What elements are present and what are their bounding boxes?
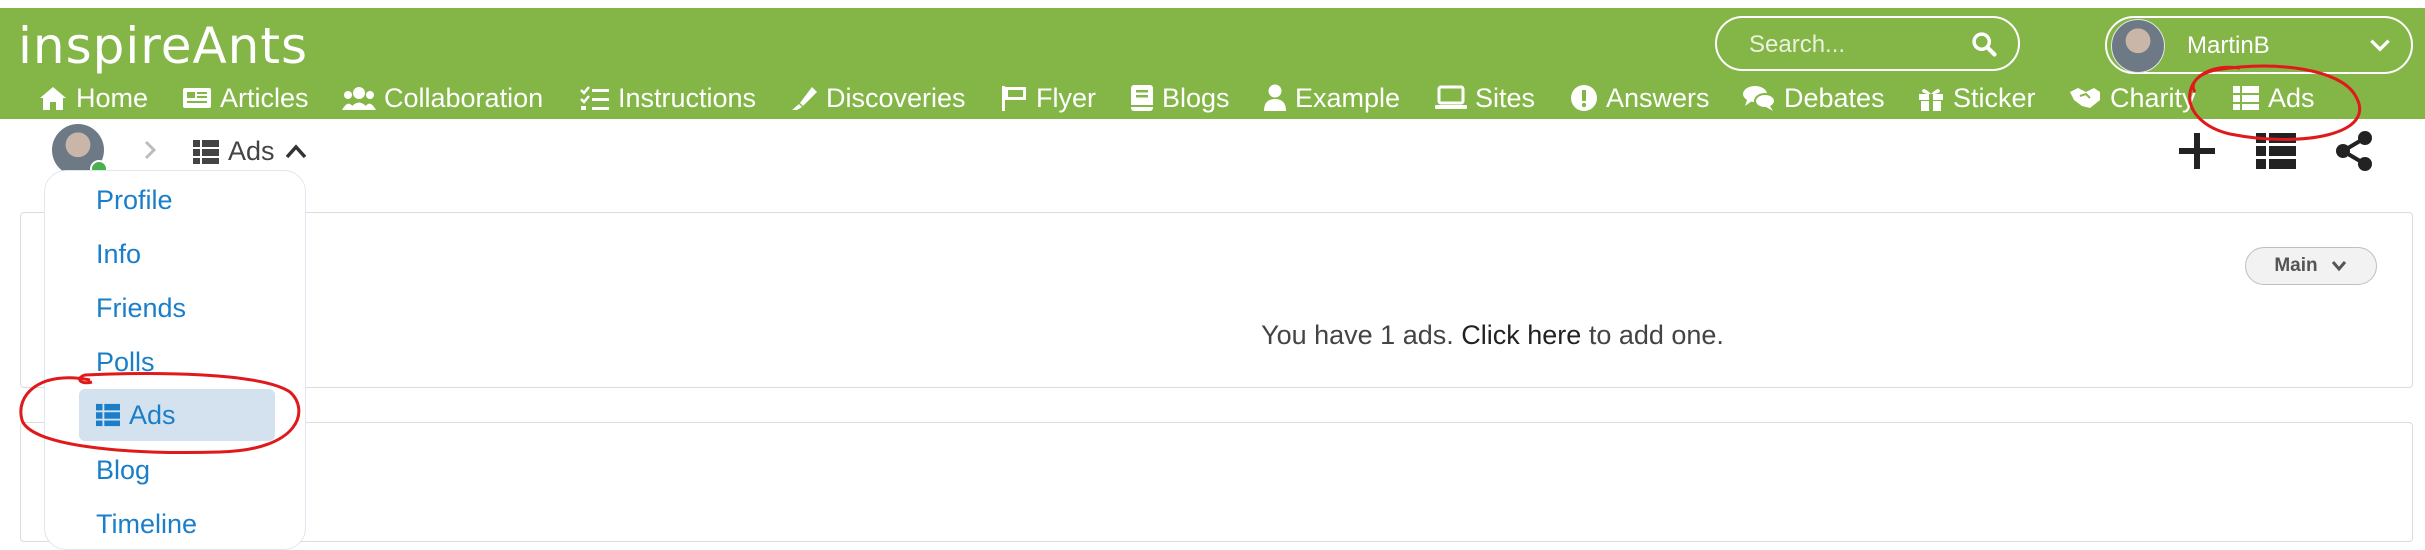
nav-collaboration[interactable]: Collaboration xyxy=(342,80,543,116)
search-icon[interactable] xyxy=(1970,30,1998,63)
nav-label: Instructions xyxy=(618,82,757,113)
chevron-up-icon xyxy=(285,143,306,158)
menu-item-timeline[interactable]: Timeline xyxy=(96,509,197,540)
nav-label: Blogs xyxy=(1162,82,1230,113)
nav-label: Ads xyxy=(2268,82,2315,113)
gift-icon xyxy=(1919,89,1943,111)
menu-item-ads[interactable]: Ads xyxy=(79,389,275,441)
list-icon xyxy=(2233,86,2259,110)
site-logo[interactable]: inspireAnts xyxy=(18,20,308,72)
list-icon xyxy=(193,139,219,164)
add-button[interactable] xyxy=(2176,130,2218,177)
breadcrumb-current[interactable]: Ads xyxy=(192,136,317,167)
nav-ads[interactable]: Ads xyxy=(2232,80,2315,116)
menu-item-info[interactable]: Info xyxy=(96,239,141,270)
nav-label: Sites xyxy=(1475,82,1536,113)
search-box[interactable] xyxy=(1715,16,2020,71)
nav-home[interactable]: Home xyxy=(38,80,148,116)
breadcrumb-current-label: Ads xyxy=(228,136,275,166)
handshake-icon xyxy=(2070,88,2100,108)
nav-instructions[interactable]: Instructions xyxy=(580,80,756,116)
nav-label: Charity xyxy=(2110,82,2196,113)
user-menu[interactable]: MartinB xyxy=(2105,16,2413,74)
list-view-button[interactable] xyxy=(2255,132,2297,175)
top-navbar: inspireAnts MartinB Home Articles Collab… xyxy=(0,8,2425,119)
user-icon xyxy=(1264,84,1286,111)
list-icon xyxy=(2256,133,2296,169)
chevron-right-icon xyxy=(140,138,160,167)
home-icon xyxy=(40,87,66,110)
nav-articles[interactable]: Articles xyxy=(182,80,309,116)
chevron-down-icon[interactable] xyxy=(2367,32,2393,63)
nav-flyer[interactable]: Flyer xyxy=(1000,80,1096,116)
nav-sticker[interactable]: Sticker xyxy=(1917,80,2036,116)
nav-debates[interactable]: Debates xyxy=(1742,80,1885,116)
chevron-down-icon xyxy=(2331,261,2346,272)
tasks-icon xyxy=(580,86,609,110)
users-icon xyxy=(342,87,376,110)
nav-label: Flyer xyxy=(1036,82,1096,113)
comments-icon xyxy=(1743,86,1776,111)
menu-item-polls[interactable]: Polls xyxy=(96,347,155,378)
share-button[interactable] xyxy=(2334,130,2374,177)
ads-card xyxy=(20,212,2413,388)
nav-label: Answers xyxy=(1606,82,1710,113)
user-name[interactable]: MartinB xyxy=(2187,32,2270,60)
nav-label: Articles xyxy=(220,82,309,113)
menu-item-blog[interactable]: Blog xyxy=(96,455,150,486)
nav-answers[interactable]: Answers xyxy=(1570,80,1710,116)
nav-blogs[interactable]: Blogs xyxy=(1130,80,1230,116)
ads-count-text: You have 1 ads. xyxy=(1261,320,1454,350)
nav-label: Sticker xyxy=(1953,82,2036,113)
nav-label: Collaboration xyxy=(384,82,544,113)
menu-item-profile[interactable]: Profile xyxy=(96,185,173,216)
nav-label: Home xyxy=(76,82,149,113)
ads-count-message: You have 1 ads. Click here to add one. xyxy=(0,320,2425,351)
nav-example[interactable]: Example xyxy=(1263,80,1400,116)
main-filter-dropdown[interactable]: Main xyxy=(2245,247,2377,285)
content-card xyxy=(20,422,2413,542)
nav-discoveries[interactable]: Discoveries xyxy=(790,80,966,116)
search-input[interactable] xyxy=(1747,28,1971,62)
user-avatar[interactable] xyxy=(2111,19,2165,73)
nav-sites[interactable]: Sites xyxy=(1435,80,1535,116)
share-icon xyxy=(2336,131,2372,171)
laptop-icon xyxy=(1435,85,1467,109)
highlighter-icon xyxy=(792,87,817,110)
list-icon xyxy=(96,403,120,427)
menu-item-friends[interactable]: Friends xyxy=(96,293,186,324)
nav-label: Debates xyxy=(1784,82,1885,113)
add-ad-link[interactable]: Click here xyxy=(1461,320,1581,350)
menu-item-ads-label: Ads xyxy=(129,399,176,430)
nav-charity[interactable]: Charity xyxy=(2068,80,2196,116)
nav-label: Example xyxy=(1295,82,1401,113)
book-icon xyxy=(1131,85,1153,111)
flag-icon xyxy=(1002,86,1026,111)
main-filter-label: Main xyxy=(2274,255,2318,276)
plus-icon xyxy=(2179,133,2215,169)
ads-add-suffix: to add one. xyxy=(1588,320,1724,350)
profile-dropdown-menu: Profile Info Friends Polls Ads Blog Time… xyxy=(44,170,306,550)
nav-label: Discoveries xyxy=(826,82,966,113)
newspaper-icon xyxy=(183,88,211,108)
exclamation-circle-icon xyxy=(1571,85,1597,111)
